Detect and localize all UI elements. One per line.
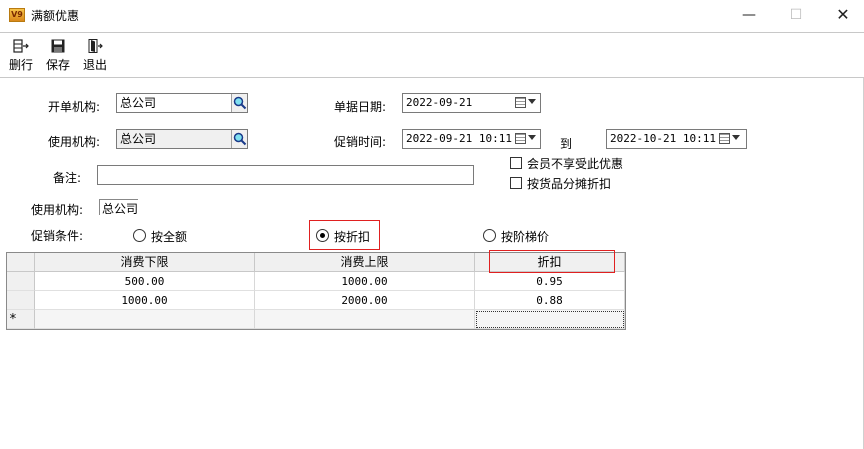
calendar-icon — [515, 133, 526, 144]
promo-time-label: 促销时间: — [334, 135, 387, 149]
issuing-org-field[interactable]: 总公司 — [116, 93, 248, 113]
table-cell[interactable]: 2000.00 — [255, 291, 475, 310]
toolbar: 删行 保存 退出 — [0, 32, 864, 78]
delete-row-button[interactable]: 删行 — [3, 37, 39, 75]
row-header[interactable] — [7, 291, 35, 310]
exit-icon — [88, 39, 103, 53]
note-input[interactable] — [97, 165, 474, 185]
split-discount-label[interactable]: 按货品分摊折扣 — [527, 175, 611, 192]
new-row-cell[interactable] — [255, 310, 475, 329]
new-row-marker[interactable]: * — [7, 310, 35, 329]
member-excluded-checkbox[interactable] — [510, 157, 522, 169]
close-button[interactable]: ✕ — [833, 5, 853, 25]
new-row-cell[interactable] — [35, 310, 255, 329]
delete-row-label: 删行 — [8, 58, 33, 72]
using-org-label: 使用机构: — [48, 135, 101, 149]
radio-tier-label[interactable]: 按阶梯价 — [501, 228, 549, 245]
split-discount-checkbox[interactable] — [510, 177, 522, 189]
table-cell[interactable]: 1000.00 — [35, 291, 255, 310]
using-org2-value: 总公司 — [99, 199, 139, 216]
radio-discount-label[interactable]: 按折扣 — [334, 228, 370, 245]
save-label: 保存 — [45, 58, 70, 72]
table-cell[interactable]: 0.88 — [475, 291, 625, 310]
dropdown-arrow-icon — [528, 99, 536, 104]
col-header-min[interactable]: 消费下限 — [35, 253, 255, 272]
using-org2-label: 使用机构: — [31, 203, 84, 217]
save-icon — [51, 39, 65, 53]
table-cell[interactable]: 500.00 — [35, 272, 255, 291]
window-title: 满额优惠 — [31, 9, 80, 23]
promo-start-value: 2022-09-21 10:11 — [406, 132, 512, 145]
app-icon: V9 — [9, 8, 25, 22]
search-icon — [233, 132, 247, 146]
discount-column-highlight — [489, 250, 615, 273]
radio-amount-label[interactable]: 按全额 — [151, 228, 187, 245]
col-header-max[interactable]: 消费上限 — [255, 253, 475, 272]
using-org-lookup-button[interactable] — [231, 130, 247, 148]
dropdown-arrow-icon — [528, 135, 536, 140]
title-bar: V9 满额优惠 — ☐ ✕ — [0, 0, 864, 32]
member-excluded-label[interactable]: 会员不享受此优惠 — [527, 155, 623, 172]
row-header[interactable] — [7, 272, 35, 291]
doc-date-value: 2022-09-21 — [406, 96, 473, 109]
delete-row-icon — [13, 39, 29, 53]
using-org-field[interactable]: 总公司 — [116, 129, 248, 149]
radio-amount[interactable] — [133, 229, 146, 242]
maximize-button[interactable]: ☐ — [786, 5, 806, 25]
search-icon — [233, 96, 247, 110]
calendar-icon — [515, 97, 526, 108]
radio-tier[interactable] — [483, 229, 496, 242]
doc-date-label: 单据日期: — [334, 100, 387, 114]
condition-label: 促销条件: — [31, 229, 84, 243]
calendar-icon — [719, 133, 730, 144]
minimize-button[interactable]: — — [739, 5, 759, 25]
issuing-org-label: 开单机构: — [48, 100, 101, 114]
promo-start-field[interactable]: 2022-09-21 10:11 — [402, 129, 541, 149]
table-cell[interactable]: 1000.00 — [255, 272, 475, 291]
new-row-cell-focused[interactable] — [475, 310, 625, 329]
to-label: 到 — [560, 137, 573, 151]
promo-end-field[interactable]: 2022-10-21 10:11 — [606, 129, 747, 149]
exit-button[interactable]: 退出 — [77, 37, 113, 75]
grid-corner — [7, 253, 35, 272]
table-cell[interactable]: 0.95 — [475, 272, 625, 291]
issuing-org-value: 总公司 — [120, 96, 157, 110]
issuing-org-lookup-button[interactable] — [231, 94, 247, 112]
doc-date-calendar-button[interactable] — [515, 96, 539, 110]
save-button[interactable]: 保存 — [40, 37, 76, 75]
doc-date-field[interactable]: 2022-09-21 — [402, 93, 541, 113]
note-label: 备注: — [53, 171, 82, 185]
dropdown-arrow-icon — [732, 135, 740, 140]
using-org-value: 总公司 — [120, 132, 157, 146]
promo-end-value: 2022-10-21 10:11 — [610, 132, 716, 145]
promo-start-calendar-button[interactable] — [515, 132, 539, 146]
promo-end-calendar-button[interactable] — [719, 132, 743, 146]
exit-label: 退出 — [82, 58, 107, 72]
radio-discount[interactable] — [316, 229, 329, 242]
